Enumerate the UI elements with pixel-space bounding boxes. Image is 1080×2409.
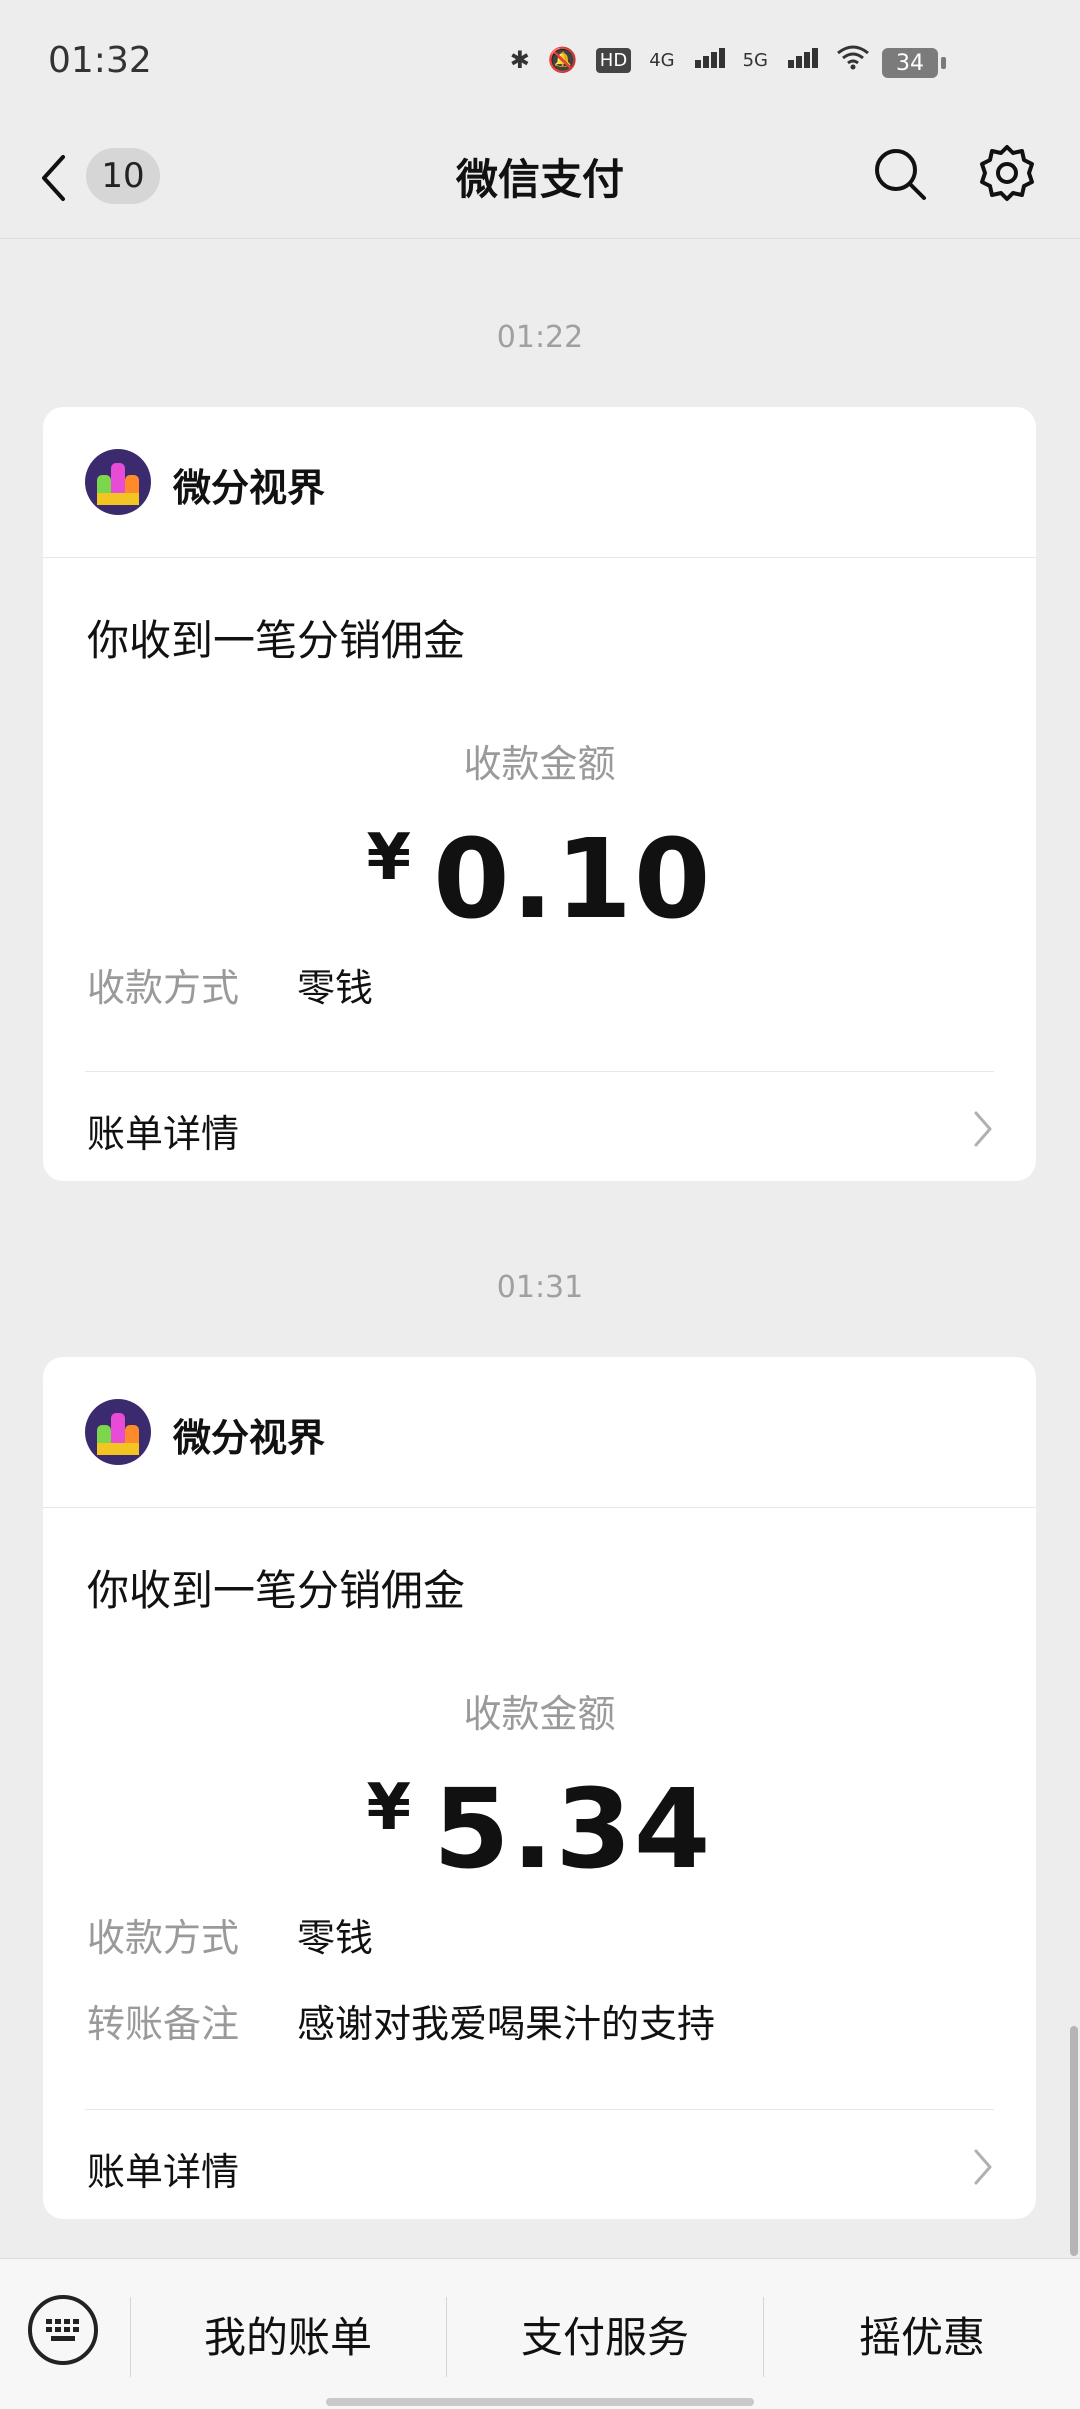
merchant-avatar — [85, 449, 151, 515]
card-header[interactable]: 微分视界 — [43, 1357, 1036, 1508]
payment-method-value: 零钱 — [297, 966, 374, 1010]
bluetooth-icon: ✱ — [509, 46, 530, 74]
bill-details-link[interactable]: 账单详情 — [87, 1103, 239, 1158]
potion-bottles-icon — [97, 1413, 139, 1455]
signal-4g-label: 4G — [649, 49, 675, 71]
amount-number: 0.10 — [433, 815, 713, 943]
title-bar: 10 微信支付 — [0, 120, 1080, 239]
menu-shake-deals[interactable]: 摇优惠 — [764, 2259, 1080, 2409]
transfer-note-label: 转账备注 — [87, 2002, 240, 2046]
merchant-avatar — [85, 1399, 151, 1465]
payment-method-value: 零钱 — [297, 1916, 374, 1960]
chevron-right-icon — [974, 1111, 992, 1147]
transfer-note-value: 感谢对我爱喝果汁的支持 — [297, 2002, 716, 2046]
payment-method-label: 收款方式 — [87, 966, 240, 1010]
currency-symbol: ¥ — [366, 821, 414, 895]
currency-symbol: ¥ — [366, 1771, 414, 1845]
menu-my-bills[interactable]: 我的账单 — [131, 2259, 445, 2409]
gear-icon — [980, 145, 1034, 201]
wifi-icon — [836, 44, 870, 76]
merchant-name: 微分视界 — [173, 466, 326, 510]
signal-5g-label: 5G — [742, 49, 768, 71]
amount-label: 收款金额 — [463, 742, 616, 786]
status-icons: ✱ 🔕 HD 4G 5G — [510, 44, 870, 76]
keyboard-toggle-button[interactable] — [28, 2295, 98, 2365]
message-headline: 你收到一笔分销佣金 — [87, 616, 466, 665]
transfer-note-row: 转账备注 感谢对我爱喝果汁的支持 — [87, 1993, 715, 2048]
amount-value: ¥5.34 — [43, 1765, 1036, 1893]
settings-button[interactable] — [976, 142, 1038, 204]
chevron-right-icon — [974, 2149, 992, 2185]
bill-details-link[interactable]: 账单详情 — [87, 2141, 239, 2196]
signal-4g-icon — [693, 46, 725, 74]
status-bar: 01:32 ✱ 🔕 HD 4G 5G 34 — [0, 0, 1080, 120]
card-divider — [85, 1071, 994, 1072]
amount-value: ¥0.10 — [43, 815, 1036, 943]
keyboard-icon — [46, 2319, 79, 2341]
message-timestamp: 01:31 — [496, 1270, 584, 1305]
battery-indicator: 34 — [882, 48, 946, 78]
menu-payment-services[interactable]: 支付服务 — [447, 2259, 763, 2409]
amount-number: 5.34 — [433, 1765, 713, 1893]
search-button[interactable] — [870, 144, 930, 204]
merchant-name: 微分视界 — [173, 1416, 326, 1460]
home-indicator[interactable] — [326, 2398, 754, 2406]
message-headline: 你收到一笔分销佣金 — [87, 1566, 466, 1615]
payment-method-label: 收款方式 — [87, 1916, 240, 1960]
payment-card[interactable]: 微分视界 你收到一笔分销佣金 收款金额 ¥0.10 收款方式 零钱 账单详情 — [43, 407, 1036, 1181]
scrollbar[interactable] — [1070, 2026, 1078, 2256]
payment-method-row: 收款方式 零钱 — [87, 957, 373, 1012]
message-timestamp: 01:22 — [496, 320, 584, 355]
status-time: 01:32 — [48, 40, 152, 81]
mute-icon: 🔕 — [547, 46, 578, 74]
payment-card[interactable]: 微分视界 你收到一笔分销佣金 收款金额 ¥5.34 收款方式 零钱 转账备注 感谢对… — [43, 1357, 1036, 2219]
payment-method-row: 收款方式 零钱 — [87, 1907, 373, 1962]
card-header[interactable]: 微分视界 — [43, 407, 1036, 558]
signal-5g-icon — [786, 46, 818, 74]
card-divider — [85, 2109, 994, 2110]
amount-label: 收款金额 — [463, 1692, 616, 1736]
potion-bottles-icon — [97, 463, 139, 505]
bottom-menu: 我的账单 支付服务 摇优惠 — [0, 2258, 1080, 2409]
hd-icon: HD — [595, 47, 632, 73]
search-icon — [875, 149, 926, 200]
